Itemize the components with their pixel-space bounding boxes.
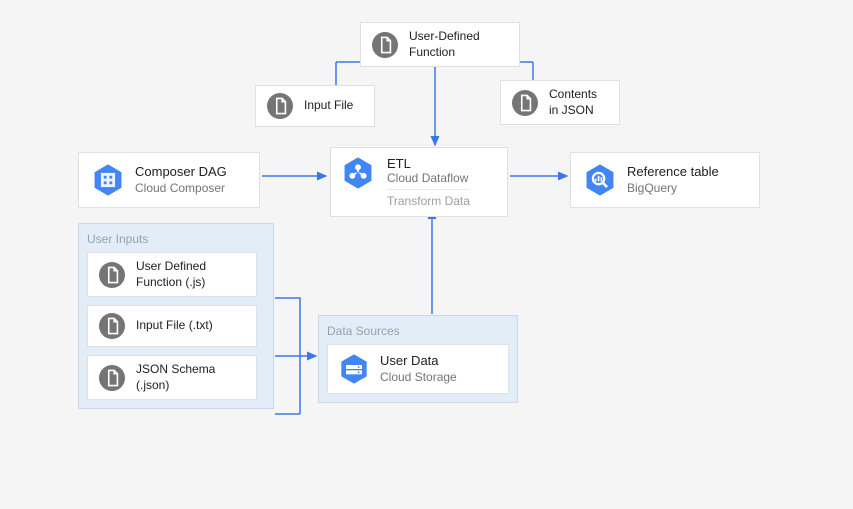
node-label-line1: Contents [549,87,597,103]
file-icon [371,31,399,59]
dataflow-icon [341,156,375,190]
node-user-defined-function: User-Defined Function [360,22,520,67]
node-label: Input File [304,98,353,114]
node-udf-js: User Defined Function (.js) [87,252,257,297]
node-transform-label: Transform Data [387,190,470,208]
file-icon [266,92,294,120]
file-icon [98,364,126,392]
node-title: User Data [380,353,457,370]
node-input-file: Input File [255,85,375,127]
node-subtitle: Cloud Composer [135,181,227,197]
group-data-sources: Data Sources User Data Cloud Storage [318,315,518,403]
node-subtitle: Cloud Dataflow [387,171,470,190]
node-input-file-txt: Input File (.txt) [87,305,257,347]
file-icon [98,312,126,340]
node-subtitle: BigQuery [627,181,719,197]
node-etl-dataflow: ETL Cloud Dataflow Transform Data [330,147,508,217]
node-composer-dag: Composer DAG Cloud Composer [78,152,260,208]
node-title: Composer DAG [135,164,227,181]
node-label-line1: User Defined [136,259,206,275]
node-reference-table: Reference table BigQuery [570,152,760,208]
node-label: User-Defined Function [409,29,509,60]
group-title: Data Sources [327,324,509,338]
node-label-line2: (.json) [136,378,215,394]
file-icon [98,261,126,289]
node-label-line1: Input File (.txt) [136,318,213,334]
node-subtitle: Cloud Storage [380,370,457,386]
node-user-data: User Data Cloud Storage [327,344,509,394]
bigquery-icon [583,163,617,197]
group-user-inputs: User Inputs User Defined Function (.js) … [78,223,274,409]
node-label-line2: Function (.js) [136,275,206,291]
node-json-schema: JSON Schema (.json) [87,355,257,400]
group-title: User Inputs [87,232,265,246]
node-title: ETL [387,156,470,171]
node-label-line1: JSON Schema [136,362,215,378]
node-contents-json: Contents in JSON [500,80,620,125]
cloud-storage-icon [338,353,370,385]
composer-icon [91,163,125,197]
node-label-line2: in JSON [549,103,597,119]
node-title: Reference table [627,164,719,181]
file-icon [511,89,539,117]
